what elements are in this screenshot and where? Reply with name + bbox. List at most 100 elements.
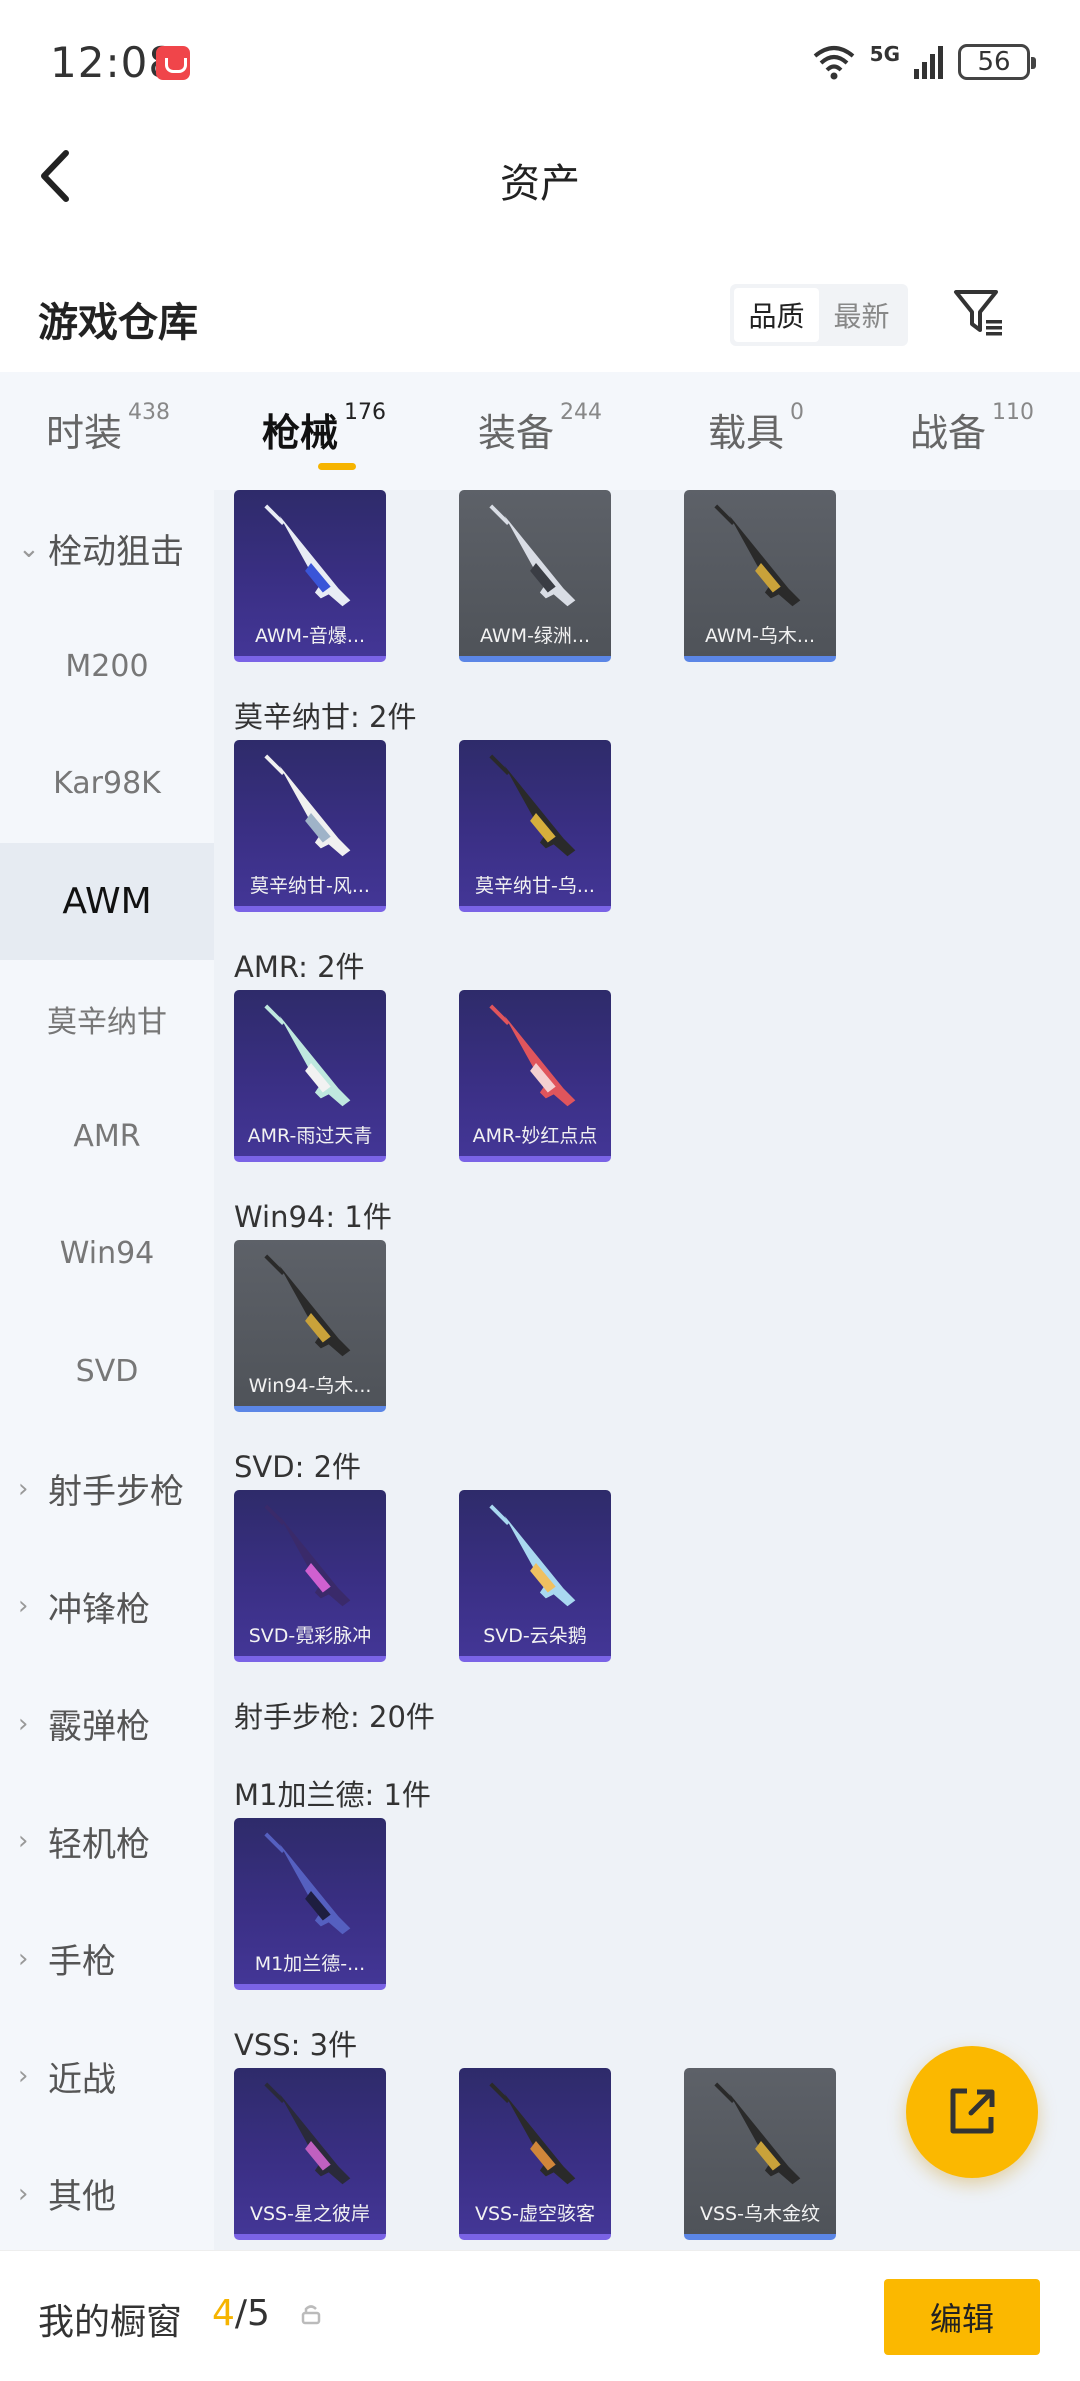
sidebar-item-shotgun[interactable]: › 霰弹枪 xyxy=(0,1665,214,1783)
share-button[interactable] xyxy=(906,2046,1038,2178)
skin-name: AMR-雨过天青 xyxy=(247,1125,373,1147)
skin-name: SVD-云朵鹅 xyxy=(483,1625,587,1647)
sidebar-item-label: 射手步枪 xyxy=(48,1472,184,1513)
chevron-right-icon: › xyxy=(18,1473,29,1504)
skin-card[interactable]: 莫辛纳甘-乌... xyxy=(459,740,611,912)
chevron-right-icon: › xyxy=(18,2178,29,2209)
tab-count: 438 xyxy=(128,400,170,425)
rifle-icon xyxy=(264,1254,351,1357)
skin-card[interactable]: SVD-霓彩脉冲 xyxy=(234,1490,386,1662)
tab-supplies[interactable]: 战备 110 xyxy=(864,372,1080,490)
skin-name: AWM-绿洲... xyxy=(479,625,591,647)
weapon-skin-grid: AWM-音爆... AWM-绿洲... AWM-乌木... 莫辛纳甘: 2件 莫辛纳甘-… xyxy=(214,490,1080,2250)
sidebar-item-label: 霰弹枪 xyxy=(48,1707,150,1748)
rifle-icon xyxy=(489,504,576,607)
skin-card[interactable]: VSS-乌木金纹 xyxy=(684,2068,836,2240)
section-title: AMR: 2件 xyxy=(234,950,365,984)
skin-name: AWM-音爆... xyxy=(254,625,366,647)
section-title: M1加兰德: 1件 xyxy=(234,1778,431,1812)
chevron-right-icon: › xyxy=(18,1708,29,1739)
tab-label: 载具 xyxy=(707,411,784,455)
showcase-bar: 我的橱窗 4/5 编辑 xyxy=(0,2250,1080,2381)
tab-count: 244 xyxy=(560,400,602,425)
skin-card[interactable]: M1加兰德-... xyxy=(234,1818,386,1990)
sort-newest-button[interactable]: 最新 xyxy=(819,288,904,342)
rifle-icon xyxy=(264,504,351,607)
rifle-icon xyxy=(489,2082,576,2185)
tab-count: 0 xyxy=(790,400,804,425)
rifle-icon xyxy=(264,1004,351,1107)
sidebar-item-svd[interactable]: SVD xyxy=(0,1313,214,1431)
tab-fashion[interactable]: 时装 438 xyxy=(0,372,216,490)
skin-card[interactable]: 莫辛纳甘-风... xyxy=(234,740,386,912)
showcase-current: 4 xyxy=(212,2293,235,2334)
signal-icon xyxy=(914,45,944,79)
chevron-right-icon: › xyxy=(18,1943,29,1974)
tab-label: 装备 xyxy=(477,411,554,455)
share-icon xyxy=(950,2088,995,2134)
status-bar: 12:08 5G 56 xyxy=(0,0,1080,125)
sidebar-item-pistol[interactable]: › 手枪 xyxy=(0,1900,214,2018)
edit-button[interactable]: 编辑 xyxy=(884,2279,1040,2355)
chevron-right-icon: › xyxy=(18,1826,29,1857)
app-notification-icon xyxy=(156,46,190,80)
status-icons: 5G 56 xyxy=(812,40,1036,84)
lock-icon xyxy=(300,2303,322,2325)
skin-card[interactable]: AWM-音爆... xyxy=(234,490,386,662)
chevron-down-icon: ⌄ xyxy=(18,533,40,564)
sidebar-item-kar98k[interactable]: Kar98K xyxy=(0,725,214,843)
tab-vehicles[interactable]: 载具 0 xyxy=(648,372,864,490)
chevron-right-icon: › xyxy=(18,2061,29,2092)
skin-card[interactable]: AMR-妙红点点 xyxy=(459,990,611,1162)
skin-name: VSS-虚空骇客 xyxy=(475,2203,595,2225)
rifle-icon xyxy=(714,504,801,607)
sidebar-item-smg[interactable]: › 冲锋枪 xyxy=(0,1548,214,1666)
skin-name: AWM-乌木... xyxy=(704,625,816,647)
sidebar-item-amr[interactable]: AMR xyxy=(0,1078,214,1196)
tab-label: 枪械 xyxy=(261,411,338,455)
skin-card[interactable]: AMR-雨过天青 xyxy=(234,990,386,1162)
skin-name: 莫辛纳甘-风... xyxy=(250,875,370,897)
section-title: Win94: 1件 xyxy=(234,1200,392,1234)
tab-label: 战备 xyxy=(909,411,986,455)
rifle-icon xyxy=(264,754,351,857)
sidebar-item-bolt-action[interactable]: ⌄ 栓动狙击 xyxy=(0,490,214,608)
skin-name: AMR-妙红点点 xyxy=(472,1125,598,1147)
sidebar-item-awm[interactable]: AWM xyxy=(0,842,214,960)
sidebar-item-marksman[interactable]: › 射手步枪 xyxy=(0,1430,214,1548)
rifle-icon xyxy=(489,754,576,857)
sidebar-item-label: 栓动狙击 xyxy=(48,532,184,573)
skin-card[interactable]: Win94-乌木... xyxy=(234,1240,386,1412)
rifle-icon xyxy=(489,1004,576,1107)
sidebar-item-lmg[interactable]: › 轻机枪 xyxy=(0,1783,214,1901)
skin-card[interactable]: AWM-乌木... xyxy=(684,490,836,662)
showcase-label: 我的橱窗 xyxy=(38,2302,183,2343)
rifle-icon xyxy=(489,1504,576,1607)
sidebar-item-m200[interactable]: M200 xyxy=(0,608,214,726)
wifi-icon xyxy=(812,44,856,80)
tab-label: 时装 xyxy=(45,411,122,455)
skin-card[interactable]: AWM-绿洲... xyxy=(459,490,611,662)
filter-icon[interactable] xyxy=(950,284,1006,340)
skin-card[interactable]: VSS-虚空骇客 xyxy=(459,2068,611,2240)
sidebar-item-mosin[interactable]: 莫辛纳甘 xyxy=(0,960,214,1078)
sidebar-item-win94[interactable]: Win94 xyxy=(0,1195,214,1313)
top-nav-bar: 资产 xyxy=(0,125,1080,225)
rifle-icon xyxy=(264,1504,351,1607)
warehouse-title: 游戏仓库 xyxy=(38,300,198,346)
skin-name: VSS-星之彼岸 xyxy=(250,2203,370,2225)
sidebar-item-melee[interactable]: › 近战 xyxy=(0,2018,214,2136)
section-title: VSS: 3件 xyxy=(234,2028,358,2062)
skin-card[interactable]: VSS-星之彼岸 xyxy=(234,2068,386,2240)
sidebar-item-label: 近战 xyxy=(48,2059,116,2100)
rifle-icon xyxy=(264,1832,351,1935)
skin-card[interactable]: SVD-云朵鹅 xyxy=(459,1490,611,1662)
skin-name: SVD-霓彩脉冲 xyxy=(248,1625,372,1647)
sidebar-item-other[interactable]: › 其他 xyxy=(0,2135,214,2253)
section-title: SVD: 2件 xyxy=(234,1450,362,1484)
network-type: 5G xyxy=(869,42,900,66)
tab-equipment[interactable]: 装备 244 xyxy=(432,372,648,490)
tab-firearms[interactable]: 枪械 176 xyxy=(216,372,432,490)
sort-quality-button[interactable]: 品质 xyxy=(734,288,819,342)
warehouse-header: 游戏仓库 品质 最新 xyxy=(0,262,1080,372)
